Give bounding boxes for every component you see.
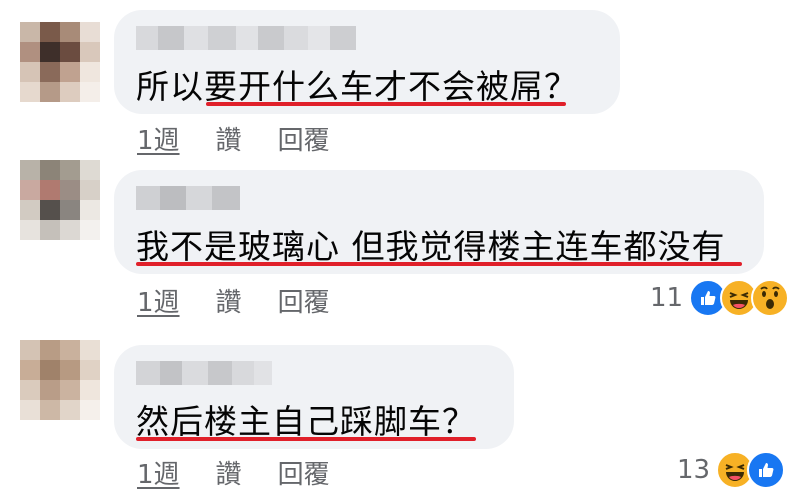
comment-bubble: 然后楼主自己踩脚车？ [114,345,514,449]
comment-text: 然后楼主自己踩脚车？ [136,402,476,441]
red-underline [136,262,742,266]
reaction-summary[interactable]: 11 [650,279,790,317]
comment-actions: 1週 讚 回覆 [137,120,330,157]
reply-button[interactable]: 回覆 [278,282,330,319]
comment-bubble: 我不是玻璃心 但我觉得楼主连车都没有 [114,170,764,274]
like-icon [747,451,786,489]
like-button[interactable]: 讚 [216,120,242,157]
comment-thread: 所以要开什么车才不会被屌？ 1週 讚 回覆 我不是玻璃心 但我觉得楼主连车都没有… [0,0,800,503]
like-button[interactable]: 讚 [216,282,242,319]
reply-button[interactable]: 回覆 [278,454,330,491]
red-underline [206,102,566,106]
comment-actions: 1週 讚 回覆 [137,454,330,491]
reply-button[interactable]: 回覆 [278,120,330,157]
like-button[interactable]: 讚 [216,454,242,491]
timestamp-link[interactable]: 1週 [137,454,180,491]
blurred-author-name[interactable] [136,26,356,50]
blurred-author-name[interactable] [136,186,240,210]
comment-actions: 1週 讚 回覆 [137,282,330,319]
timestamp-link[interactable]: 1週 [137,282,180,319]
blurred-author-name[interactable] [136,361,272,385]
red-underline [136,437,476,441]
comment-text: 所以要开什么车才不会被屌？ [136,67,578,106]
comment-text: 我不是玻璃心 但我觉得楼主连车都没有 [136,227,726,266]
avatar[interactable] [20,340,100,420]
avatar[interactable] [20,160,100,240]
reaction-count: 13 [677,455,711,485]
wow-icon [751,279,790,317]
reaction-count: 11 [650,283,684,313]
timestamp-link[interactable]: 1週 [137,120,180,157]
reaction-summary[interactable]: 13 [677,451,786,489]
avatar[interactable] [20,22,100,102]
comment-bubble: 所以要开什么车才不会被屌？ [114,10,620,114]
